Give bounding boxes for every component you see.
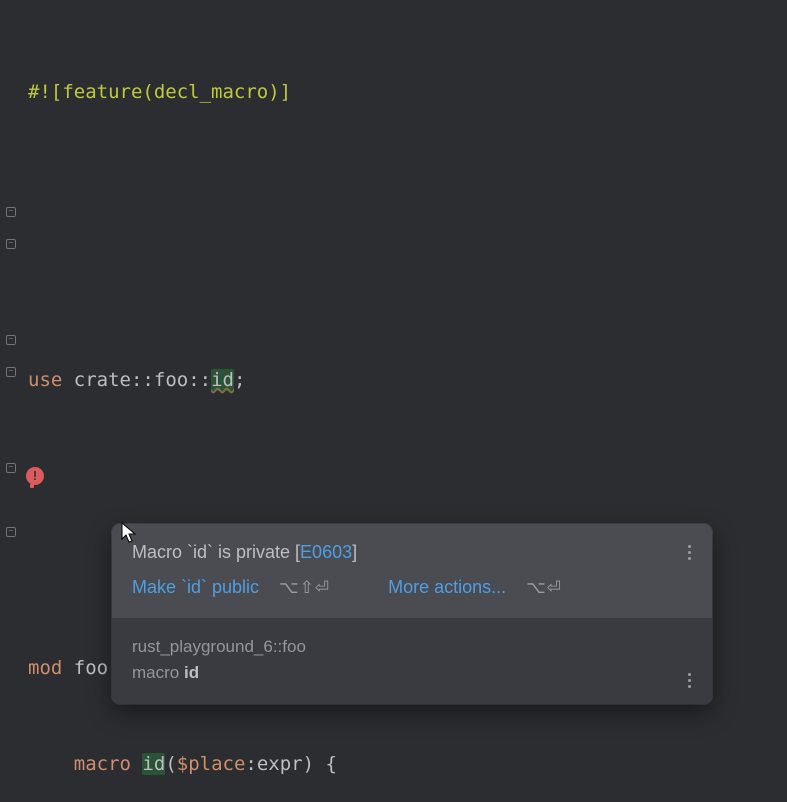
more-actions-link[interactable]: More actions...	[388, 577, 506, 598]
colon: :	[245, 753, 256, 775]
kebab-menu-icon[interactable]	[680, 668, 698, 692]
error-popup: Macro `id` is private [E0603] Make `id` …	[112, 524, 712, 704]
path-sep: ::	[131, 369, 154, 391]
path-segment: foo	[154, 369, 188, 391]
fold-handle[interactable]	[6, 527, 16, 537]
code-line[interactable]: #![feature(decl_macro)]	[28, 76, 787, 108]
code-editor[interactable]: #![feature(decl_macro)] use crate::foo::…	[0, 0, 787, 802]
fold-handle[interactable]	[6, 239, 16, 249]
identifier-id: id	[211, 369, 234, 391]
macro-fragment: expr	[257, 753, 303, 775]
shortcut-label: ⌥⇧⏎	[279, 578, 330, 598]
code-line[interactable]: use crate::foo::id;	[28, 364, 787, 396]
semicolon: ;	[234, 369, 245, 391]
keyword-use: use	[28, 369, 62, 391]
paren-open: (	[165, 753, 176, 775]
error-message-end: ]	[352, 542, 357, 562]
kebab-menu-icon[interactable]	[680, 540, 698, 564]
module-name: foo	[74, 657, 108, 679]
path-segment: crate	[74, 369, 131, 391]
code-line[interactable]	[28, 268, 787, 300]
error-title: Macro `id` is private [E0603]	[132, 542, 692, 563]
keyword-mod: mod	[28, 657, 62, 679]
quickfix-make-public[interactable]: Make `id` public	[132, 577, 259, 598]
keyword-macro: macro	[74, 753, 131, 775]
macro-var: $place	[177, 753, 246, 775]
popup-actions: Make `id` public ⌥⇧⏎ More actions... ⌥⏎	[132, 577, 692, 598]
gutter	[0, 0, 22, 802]
fold-handle[interactable]	[6, 463, 16, 473]
macro-name: id	[142, 753, 165, 775]
attribute: #![feature(decl_macro)]	[28, 81, 291, 103]
error-message: Macro `id` is private [	[132, 542, 300, 562]
paren-close-brace: ) {	[303, 753, 337, 775]
code-line[interactable]: macro id($place:expr) {	[28, 748, 787, 780]
fold-handle[interactable]	[6, 367, 16, 377]
fold-handle[interactable]	[6, 335, 16, 345]
fold-handle[interactable]	[6, 207, 16, 217]
popup-doc: rust_playground_6::foo macro id	[112, 618, 712, 704]
shortcut-label: ⌥⏎	[526, 578, 562, 598]
error-code-link[interactable]: E0603	[300, 542, 352, 562]
code-line[interactable]	[28, 460, 787, 492]
error-bulb-icon[interactable]	[26, 467, 44, 485]
path-sep: ::	[188, 369, 211, 391]
code-line[interactable]	[28, 172, 787, 204]
doc-path: rust_playground_6::foo	[132, 634, 692, 660]
doc-signature: macro id	[132, 660, 692, 686]
mouse-cursor-icon	[120, 522, 138, 546]
popup-header: Macro `id` is private [E0603] Make `id` …	[112, 524, 712, 618]
